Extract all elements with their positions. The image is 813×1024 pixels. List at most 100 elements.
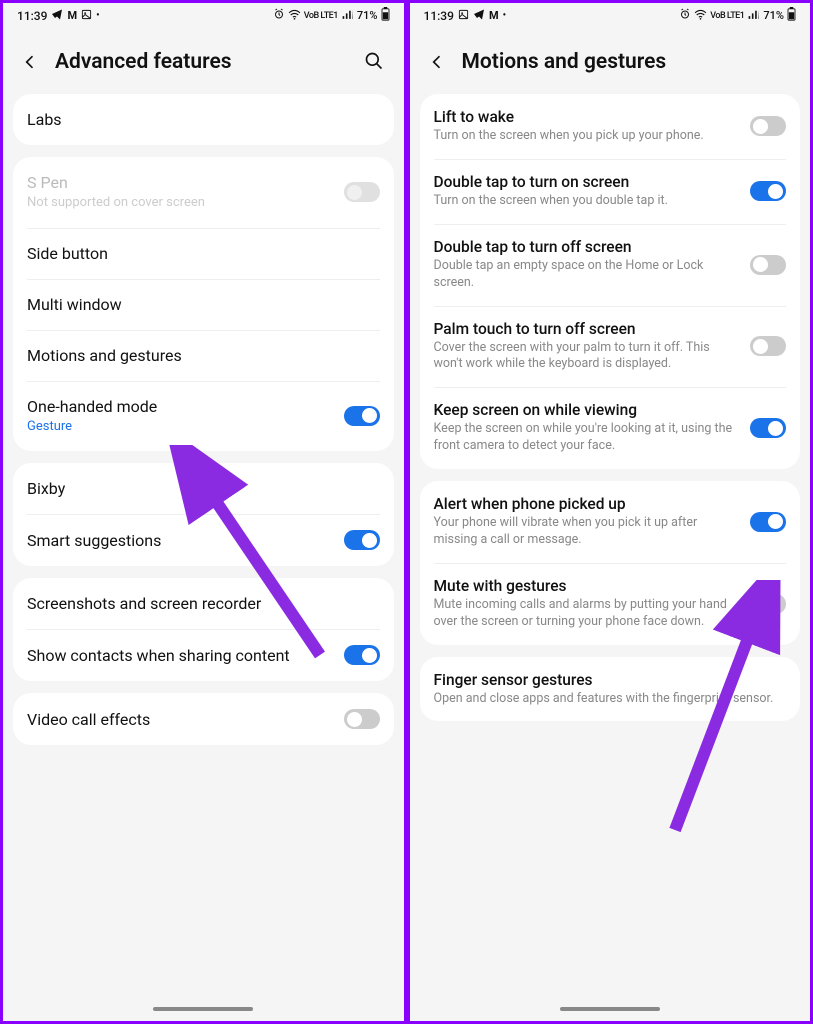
row-subtitle: Double tap an empty space on the Home or… (434, 258, 739, 292)
row-title: Alert when phone picked up (434, 495, 739, 513)
row-subtitle: Mute incoming calls and alarms by puttin… (434, 597, 739, 631)
row-subtitle: Keep the screen on while you're looking … (434, 421, 739, 455)
alarm-icon (679, 8, 691, 23)
settings-group: Lift to wake Turn on the screen when you … (420, 94, 801, 469)
settings-row[interactable]: Side button (13, 228, 394, 279)
status-time: 11:39 (17, 9, 47, 23)
more-icon: • (96, 10, 100, 21)
row-title: Show contacts when sharing content (27, 646, 332, 665)
settings-row[interactable]: Palm touch to turn off screen Cover the s… (420, 306, 801, 388)
battery-icon (381, 7, 390, 24)
row-title: Double tap to turn off screen (434, 238, 739, 256)
battery-percent: 71% (763, 9, 784, 22)
settings-group: Screenshots and screen recorder Show cont… (13, 578, 394, 681)
toggle-switch[interactable] (750, 594, 786, 614)
row-title: Motions and gestures (27, 346, 380, 365)
settings-row[interactable]: Alert when phone picked up Your phone wil… (420, 481, 801, 563)
settings-row[interactable]: Smart suggestions (13, 514, 394, 566)
toggle-switch[interactable] (750, 255, 786, 275)
row-subtitle: Your phone will vibrate when you pick it… (434, 515, 739, 549)
settings-row[interactable]: Video call effects (13, 693, 394, 745)
battery-percent: 71% (357, 9, 378, 22)
toggle-switch[interactable] (750, 181, 786, 201)
alarm-icon (273, 8, 285, 23)
phone-left: 11:39 M • VoB LTE1 71% (0, 0, 407, 1024)
signal-icon (341, 8, 354, 24)
status-time: 11:39 (424, 9, 454, 23)
gallery-icon (458, 9, 469, 23)
row-title: Lift to wake (434, 108, 739, 126)
row-title: Labs (27, 110, 380, 129)
settings-row[interactable]: Screenshots and screen recorder (13, 578, 394, 629)
status-bar: 11:39 M • VoB LTE1 71% (410, 3, 811, 26)
toggle-switch[interactable] (750, 418, 786, 438)
settings-row[interactable]: S Pen Not supported on cover screen (13, 157, 394, 228)
gmail-icon: M (489, 9, 499, 22)
status-bar: 11:39 M • VoB LTE1 71% (3, 3, 404, 26)
toggle-switch[interactable] (344, 709, 380, 729)
row-title: Smart suggestions (27, 531, 332, 550)
settings-row[interactable]: Double tap to turn off screen Double tap … (420, 224, 801, 306)
toggle-switch (344, 182, 380, 202)
telegram-icon (473, 8, 485, 23)
row-title: Screenshots and screen recorder (27, 594, 380, 613)
toggle-switch[interactable] (750, 512, 786, 532)
network-type: VoB LTE1 (710, 11, 744, 21)
row-title: Finger sensor gestures (434, 671, 787, 689)
search-button[interactable] (364, 51, 386, 73)
row-title: S Pen (27, 173, 332, 192)
row-subtitle: Cover the screen with your palm to turn … (434, 340, 739, 374)
row-subtitle: Not supported on cover screen (27, 194, 332, 212)
settings-row[interactable]: Finger sensor gestures Open and close app… (420, 657, 801, 722)
row-title: Double tap to turn on screen (434, 173, 739, 191)
row-title: Bixby (27, 479, 380, 498)
settings-group: Labs (13, 94, 394, 145)
page-title: Motions and gestures (462, 50, 793, 74)
settings-row[interactable]: Labs (13, 94, 394, 145)
row-subtitle: Turn on the screen when you double tap i… (434, 193, 739, 210)
settings-row[interactable]: Multi window (13, 279, 394, 330)
settings-row[interactable]: Double tap to turn on screen Turn on the … (420, 159, 801, 224)
settings-group: S Pen Not supported on cover screen Side b… (13, 157, 394, 451)
row-title: Mute with gestures (434, 577, 739, 595)
toggle-switch[interactable] (750, 336, 786, 356)
back-button[interactable] (21, 53, 39, 71)
header: Motions and gestures (410, 26, 811, 94)
toggle-switch[interactable] (750, 116, 786, 136)
nav-pill[interactable] (153, 1007, 253, 1011)
row-title: Side button (27, 244, 380, 263)
settings-row[interactable]: One-handed mode Gesture (13, 381, 394, 452)
settings-row[interactable]: Show contacts when sharing content (13, 629, 394, 681)
settings-row[interactable]: Mute with gestures Mute incoming calls an… (420, 563, 801, 645)
row-subtitle: Turn on the screen when you pick up your… (434, 128, 739, 145)
row-title: One-handed mode (27, 397, 332, 416)
settings-row[interactable]: Keep screen on while viewing Keep the scr… (420, 387, 801, 469)
row-title: Keep screen on while viewing (434, 401, 739, 419)
page-title: Advanced features (55, 50, 348, 74)
back-button[interactable] (428, 53, 446, 71)
telegram-icon (51, 8, 63, 23)
header: Advanced features (3, 26, 404, 94)
toggle-switch[interactable] (344, 530, 380, 550)
signal-icon (747, 8, 760, 24)
row-subtitle: Gesture (27, 418, 332, 436)
settings-group: Bixby Smart suggestions (13, 463, 394, 566)
settings-row[interactable]: Motions and gestures (13, 330, 394, 381)
row-title: Palm touch to turn off screen (434, 320, 739, 338)
settings-group: Alert when phone picked up Your phone wil… (420, 481, 801, 645)
wifi-icon (288, 8, 301, 24)
network-type: VoB LTE1 (304, 11, 338, 21)
nav-pill[interactable] (560, 1007, 660, 1011)
toggle-switch[interactable] (344, 645, 380, 665)
settings-row[interactable]: Lift to wake Turn on the screen when you … (420, 94, 801, 159)
gmail-icon: M (67, 9, 77, 22)
phone-right: 11:39 M • VoB LTE1 71% (407, 0, 813, 1024)
toggle-switch[interactable] (344, 406, 380, 426)
settings-group: Finger sensor gestures Open and close app… (420, 657, 801, 722)
gallery-icon (81, 9, 92, 23)
battery-icon (787, 7, 796, 24)
row-title: Video call effects (27, 710, 332, 729)
row-subtitle: Open and close apps and features with th… (434, 691, 787, 708)
wifi-icon (694, 8, 707, 24)
settings-row[interactable]: Bixby (13, 463, 394, 514)
